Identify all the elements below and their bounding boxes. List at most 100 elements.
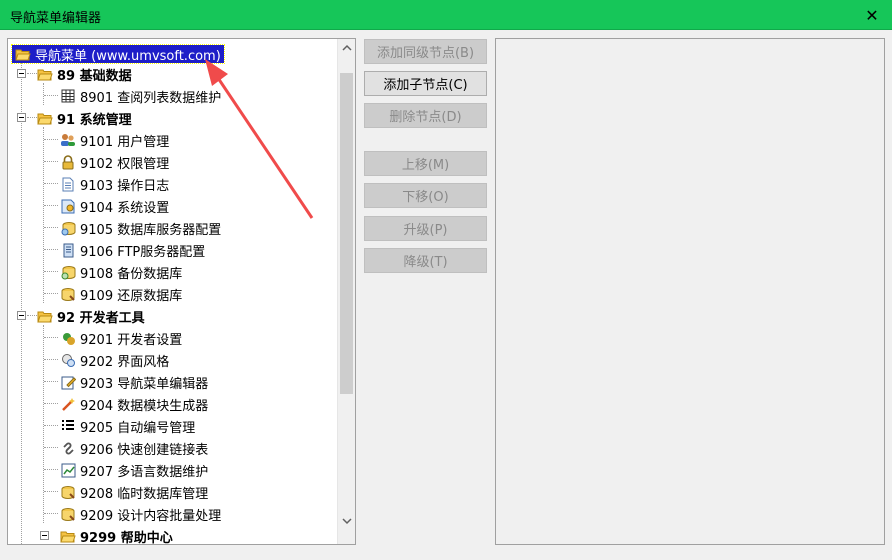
tree-item-9102[interactable]: 9102 权限管理: [60, 151, 169, 173]
tree-item-9103[interactable]: 9103 操作日志: [60, 173, 169, 195]
collapse-89-toggle[interactable]: [17, 69, 26, 78]
tree-item-9105[interactable]: 9105 数据库服务器配置: [60, 217, 221, 239]
tree-item-9104[interactable]: 9104 系统设置: [60, 195, 169, 217]
tree-item-label: 9205 自动编号管理: [80, 420, 196, 436]
window-title: 导航菜单编辑器: [10, 11, 102, 26]
tree-item-label: 9103 操作日志: [80, 178, 170, 194]
folder-open-icon: [60, 528, 76, 544]
chevron-down-icon: [341, 518, 352, 525]
document-icon: [60, 176, 76, 192]
tree-item-label: 9109 还原数据库: [80, 288, 183, 304]
tree-line: [43, 83, 44, 105]
close-button[interactable]: ✕: [852, 0, 892, 30]
tree-item-9208[interactable]: 9208 临时数据库管理: [60, 481, 208, 503]
tree-item-9108[interactable]: 9108 备份数据库: [60, 261, 182, 283]
tree-item-9201[interactable]: 9201 开发者设置: [60, 327, 182, 349]
tree-scrollbar[interactable]: [337, 39, 355, 544]
add-sibling-button[interactable]: 添加同级节点(B): [364, 39, 487, 64]
tree-content: 导航菜单 (www.umvsoft.com) 89 基础数据 8901 查阅列表…: [8, 39, 338, 545]
batch-db-icon: [60, 506, 76, 522]
tree-item-9206[interactable]: 9206 快速创建链接表: [60, 437, 208, 459]
lock-icon: [60, 154, 76, 170]
folder-open-icon: [37, 308, 53, 324]
tree-group-91[interactable]: 91 系统管理: [37, 107, 132, 129]
tree-line: [27, 117, 37, 118]
style-icon: [60, 352, 76, 368]
property-panel: [495, 38, 885, 545]
tree-line: [43, 325, 44, 523]
scroll-down-button[interactable]: [338, 513, 355, 530]
folder-open-icon: [15, 46, 31, 62]
tree-line: [43, 127, 44, 303]
grid-icon: [60, 88, 76, 104]
db-server-icon: [60, 220, 76, 236]
tree-item-label: 9208 临时数据库管理: [80, 486, 209, 502]
tree-group-label: 89 基础数据: [57, 68, 132, 84]
tree-item-9209[interactable]: 9209 设计内容批量处理: [60, 503, 221, 525]
restore-db-icon: [60, 286, 76, 302]
numbered-list-icon: [60, 418, 76, 434]
tree-item-label: 9201 开发者设置: [80, 332, 183, 348]
tree-group-label: 91 系统管理: [57, 112, 132, 128]
tree-item-label: 9106 FTP服务器配置: [80, 244, 206, 260]
add-child-button[interactable]: 添加子节点(C): [364, 71, 487, 96]
backup-db-icon: [60, 264, 76, 280]
ftp-server-icon: [60, 242, 76, 258]
tree-item-label: 9207 多语言数据维护: [80, 464, 209, 480]
tree-group-label: 9299 帮助中心: [80, 530, 173, 545]
folder-open-icon: [37, 110, 53, 126]
tree-item-label: 8901 查阅列表数据维护: [80, 90, 222, 106]
wand-icon: [60, 396, 76, 412]
tree-item-label: 9101 用户管理: [80, 134, 170, 150]
tree-line: [21, 61, 22, 544]
tree-root-label: 导航菜单 (www.umvsoft.com): [35, 48, 221, 64]
tree-item-8901[interactable]: 8901 查阅列表数据维护: [60, 85, 221, 107]
tree-item-9101[interactable]: 9101 用户管理: [60, 129, 169, 151]
tree-item-9106[interactable]: 9106 FTP服务器配置: [60, 239, 205, 261]
tree-root[interactable]: 导航菜单 (www.umvsoft.com): [11, 43, 225, 65]
chart-icon: [60, 462, 76, 478]
tree-group-89[interactable]: 89 基础数据: [37, 63, 132, 85]
tree-item-label: 9104 系统设置: [80, 200, 170, 216]
edit-doc-icon: [60, 374, 76, 390]
tree-line: [44, 95, 58, 96]
folder-open-icon: [37, 66, 53, 82]
tree-item-label: 9203 导航菜单编辑器: [80, 376, 209, 392]
tree-item-9202[interactable]: 9202 界面风格: [60, 349, 169, 371]
tree-root-selection: 导航菜单 (www.umvsoft.com): [11, 44, 225, 64]
tree-group-label: 92 开发者工具: [57, 310, 145, 326]
tree-item-9207[interactable]: 9207 多语言数据维护: [60, 459, 208, 481]
tree-line: [27, 73, 37, 74]
delete-node-button[interactable]: 删除节点(D): [364, 103, 487, 128]
demote-button[interactable]: 降级(T): [364, 248, 487, 273]
developer-icon: [60, 330, 76, 346]
settings-doc-icon: [60, 198, 76, 214]
chevron-up-icon: [341, 44, 352, 51]
temp-db-icon: [60, 484, 76, 500]
tree-item-label: 9105 数据库服务器配置: [80, 222, 222, 238]
move-up-button[interactable]: 上移(M): [364, 151, 487, 176]
tree-item-label: 9206 快速创建链接表: [80, 442, 209, 458]
tree-item-9109[interactable]: 9109 还原数据库: [60, 283, 182, 305]
scroll-thumb[interactable]: [340, 73, 353, 394]
collapse-9299-toggle[interactable]: [40, 531, 49, 540]
close-icon: ✕: [865, 5, 879, 25]
collapse-92-toggle[interactable]: [17, 311, 26, 320]
collapse-91-toggle[interactable]: [17, 113, 26, 122]
link-icon: [60, 440, 76, 456]
scroll-up-button[interactable]: [338, 39, 355, 56]
users-icon: [60, 132, 76, 148]
tree-group-9299[interactable]: 9299 帮助中心: [60, 525, 173, 545]
tree-item-9203[interactable]: 9203 导航菜单编辑器: [60, 371, 208, 393]
tree-group-92[interactable]: 92 开发者工具: [37, 305, 145, 327]
title-bar: 导航菜单编辑器 ✕: [0, 0, 892, 30]
tree-item-9204[interactable]: 9204 数据模块生成器: [60, 393, 208, 415]
menu-tree[interactable]: 导航菜单 (www.umvsoft.com) 89 基础数据 8901 查阅列表…: [7, 38, 356, 545]
move-down-button[interactable]: 下移(O): [364, 183, 487, 208]
promote-button[interactable]: 升级(P): [364, 216, 487, 241]
tree-item-label: 9209 设计内容批量处理: [80, 508, 222, 524]
tree-item-label: 9102 权限管理: [80, 156, 170, 172]
tree-item-label: 9108 备份数据库: [80, 266, 183, 282]
tree-item-9205[interactable]: 9205 自动编号管理: [60, 415, 195, 437]
tree-item-label: 9202 界面风格: [80, 354, 170, 370]
